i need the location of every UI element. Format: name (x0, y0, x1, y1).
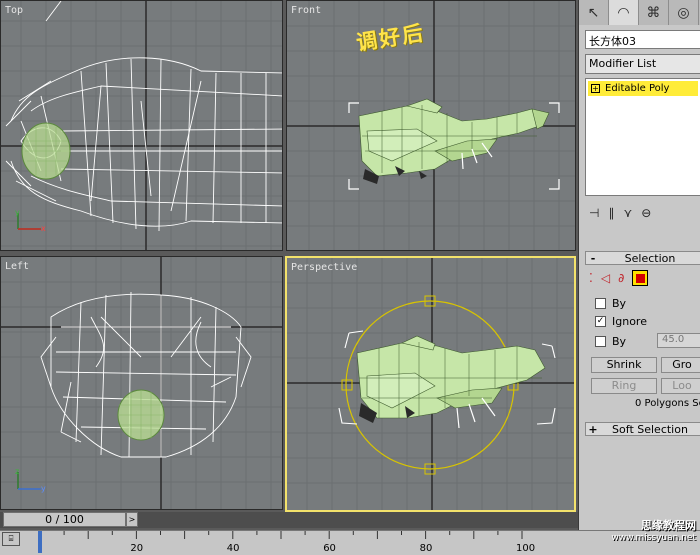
stack-item-editable-poly[interactable]: + Editable Poly (588, 81, 698, 96)
tick-label: 20 (130, 543, 144, 554)
remove-modifier-icon[interactable]: ⊖ (641, 206, 651, 224)
current-frame-marker[interactable] (38, 531, 42, 553)
selection-rollout-title: Selection (624, 251, 676, 265)
tick-label: 60 (323, 543, 336, 554)
collapse-icon: - (590, 251, 596, 265)
ignore-backfacing-checkbox[interactable]: ✓ Ignore (595, 315, 647, 328)
svg-text:x: x (41, 224, 46, 233)
tick-label: 100 (516, 543, 536, 554)
svg-text:y: y (15, 208, 20, 217)
front-mesh (287, 1, 575, 250)
track-bar-ticks (39, 531, 523, 539)
grow-button[interactable]: Gro (661, 357, 700, 373)
selection-rollout-header[interactable]: - Selection (585, 251, 700, 265)
soft-selection-rollout-header[interactable]: + Soft Selection (585, 422, 700, 436)
watermark-url: www.missyuan.net (611, 533, 696, 543)
loop-button[interactable]: Loo (661, 378, 700, 394)
next-frame-icon[interactable]: > (126, 512, 138, 527)
expand-rollout-icon: + (588, 422, 598, 436)
hierarchy-tab-icon[interactable]: ⌘ (639, 0, 669, 25)
modify-tab-icon[interactable]: ◠ (609, 0, 639, 25)
motion-tab-icon[interactable]: ◎ (669, 0, 699, 25)
expand-icon[interactable]: + (591, 84, 600, 93)
pin-stack-icon[interactable]: ⊣ (589, 206, 599, 224)
top-wireframe: y x (1, 1, 282, 250)
viewport-perspective[interactable]: Perspective (285, 256, 576, 512)
subobject-icons: ⁚ ◁ ∂ (589, 270, 649, 286)
viewport-top[interactable]: y x Top (0, 0, 283, 251)
create-tab-icon[interactable]: ↖ (579, 0, 609, 25)
polygon-count-status: 0 Polygons Se (635, 398, 700, 409)
border-icon[interactable]: ∂ (618, 271, 624, 285)
key-filter-icon[interactable]: ⌸ (2, 532, 20, 546)
viewport-label-front[interactable]: Front (291, 5, 321, 16)
vertex-icon[interactable]: ⁚ (589, 271, 593, 285)
viewport-left[interactable]: z y Left (0, 256, 283, 510)
polygon-icon[interactable] (632, 270, 649, 286)
tick-label: 80 (419, 543, 433, 554)
svg-text:z: z (15, 467, 19, 476)
ring-button[interactable]: Ring (591, 378, 657, 394)
watermark-site: 思缘教程网 (641, 519, 696, 532)
viewport-front[interactable]: Front (286, 0, 576, 251)
viewport-label-left[interactable]: Left (5, 261, 29, 272)
viewport-label-perspective[interactable]: Perspective (291, 262, 357, 273)
svg-text:y: y (41, 484, 46, 493)
watermark: 思缘教程网 www.missyuan.net (611, 520, 696, 544)
modifier-list-dropdown[interactable]: Modifier List (585, 54, 700, 74)
tick-label: 40 (226, 543, 240, 554)
modifier-stack[interactable]: + Editable Poly (585, 78, 700, 196)
viewport-label-top[interactable]: Top (5, 5, 23, 16)
edge-icon[interactable]: ◁ (601, 271, 610, 285)
command-panel: ↖ ◠ ⌘ ◎ 长方体03 Modifier List + Editable P… (578, 0, 700, 530)
by-angle-checkbox[interactable]: By (595, 335, 626, 348)
command-panel-tabs: ↖ ◠ ⌘ ◎ (579, 0, 700, 25)
soft-selection-title: Soft Selection (612, 422, 688, 436)
by-vertex-checkbox[interactable]: By (595, 297, 626, 310)
track-bar[interactable]: ⌸ 20 40 60 80 100 (0, 530, 700, 555)
show-end-result-icon[interactable]: ∥ (608, 206, 614, 224)
stack-item-label: Editable Poly (605, 83, 670, 94)
perspective-mesh (287, 258, 574, 510)
stack-toolbar: ⊣ ∥ ⋎ ⊖ (589, 206, 699, 224)
make-unique-icon[interactable]: ⋎ (623, 206, 632, 224)
object-name-field[interactable]: 长方体03 (585, 30, 700, 49)
angle-spinner[interactable]: 45.0 (657, 333, 700, 348)
time-slider-thumb[interactable]: 0 / 100 (3, 512, 126, 527)
shrink-button[interactable]: Shrink (591, 357, 657, 373)
left-wireframe: z y (1, 257, 282, 509)
